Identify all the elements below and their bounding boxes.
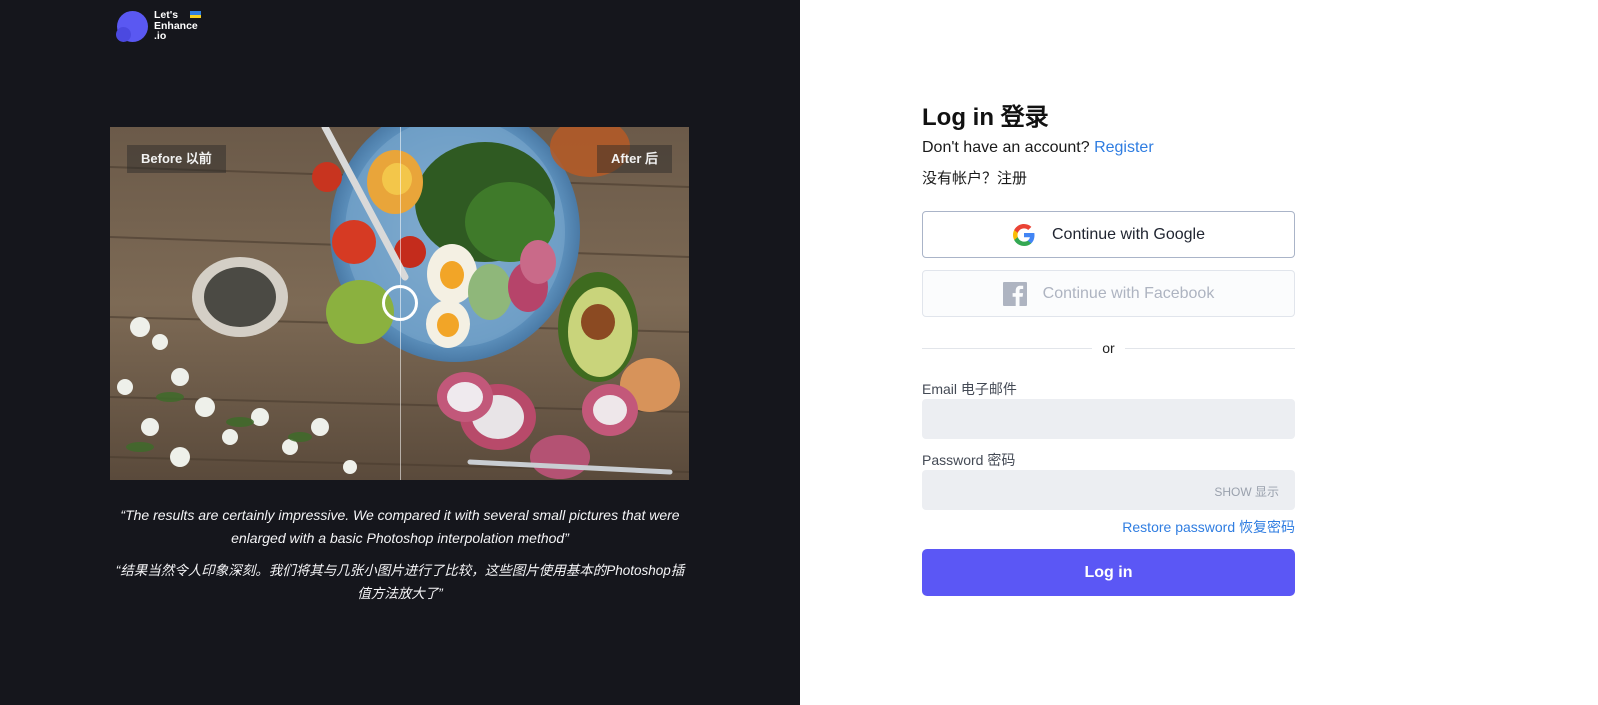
- facebook-button-label: Continue with Facebook: [1042, 284, 1215, 302]
- slider-handle[interactable]: [382, 285, 418, 321]
- no-account-text: Don't have an account?: [922, 139, 1090, 156]
- restore-password-link[interactable]: Restore password 恢复密码: [1122, 517, 1295, 537]
- brand-name-line3: .io: [154, 30, 167, 42]
- register-link[interactable]: Register: [1094, 139, 1154, 156]
- ukraine-flag-icon: [190, 11, 201, 18]
- google-login-button[interactable]: Continue with Google: [922, 211, 1295, 258]
- before-label: Before 以前: [127, 145, 226, 173]
- logo-mark-accent: [116, 27, 131, 42]
- or-divider: or: [922, 338, 1295, 358]
- login-button[interactable]: Log in: [922, 549, 1295, 596]
- testimonial-quote-zh: “结果当然令人印象深刻。我们将其与几张小图片进行了比较，这些图片使用基本的Pho…: [115, 563, 685, 601]
- brand-logo[interactable]: Let's Enhance .io: [116, 9, 216, 45]
- email-label: Email 电子邮件: [922, 381, 1017, 397]
- password-label: Password 密码: [922, 452, 1016, 468]
- facebook-icon: [1002, 281, 1027, 306]
- page-title: Log in 登录: [922, 104, 1049, 131]
- after-label: After 后: [597, 145, 672, 173]
- left-panel: Let's Enhance .io Before 以前 After 后 “The…: [0, 0, 800, 705]
- email-field[interactable]: [922, 399, 1295, 439]
- brand-name: Let's Enhance .io: [154, 10, 214, 42]
- register-prompt-zh: 没有帐户？注册: [922, 170, 1028, 187]
- google-icon: [1012, 223, 1036, 247]
- facebook-login-button[interactable]: Continue with Facebook: [922, 270, 1295, 317]
- login-form: Log in 登录 Don't have an account? Registe…: [922, 100, 1295, 596]
- before-after-slider[interactable]: Before 以前 After 后: [110, 127, 689, 480]
- show-password-toggle[interactable]: SHOW 显示: [1214, 483, 1279, 500]
- google-button-label: Continue with Google: [1052, 225, 1205, 243]
- testimonial-quote-en: “The results are certainly impressive. W…: [120, 507, 680, 546]
- brand-name-line1: Let's: [154, 9, 179, 21]
- register-prompt: Don't have an account? Register: [922, 136, 1295, 160]
